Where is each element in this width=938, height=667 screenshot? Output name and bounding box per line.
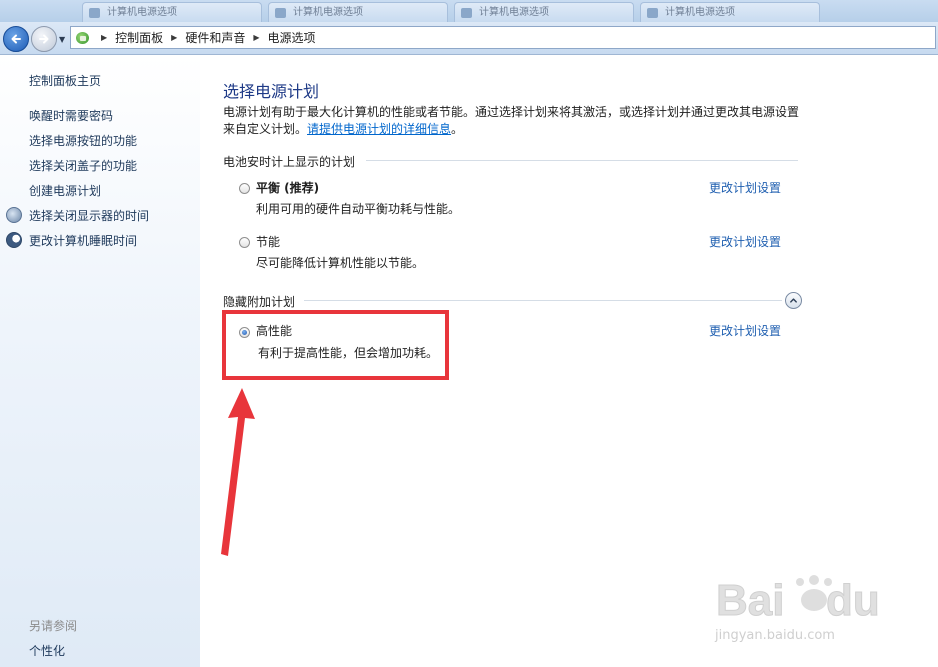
sidebar-item-sleep-time[interactable]: 更改计算机睡眠时间	[29, 232, 137, 249]
moon-icon	[6, 232, 22, 248]
tab-label: 计算机电源选项	[293, 7, 363, 18]
back-arrow-icon	[11, 34, 21, 44]
tab-icon	[275, 8, 286, 18]
plan-power-saver-desc: 尽可能降低计算机性能以节能。	[256, 256, 425, 270]
title-bar: 计算机电源选项 计算机电源选项 计算机电源选项 计算机电源选项	[0, 0, 938, 22]
plan-power-saver-settings-link[interactable]: 更改计划设置	[709, 233, 781, 250]
tab-icon	[89, 8, 100, 18]
breadcrumb[interactable]: ▶ 控制面板 ▶ 硬件和声音 ▶ 电源选项	[70, 26, 936, 49]
tab-icon	[647, 8, 658, 18]
page-title: 选择电源计划	[223, 82, 320, 101]
description-suffix: 。	[451, 122, 464, 136]
history-dropdown-icon[interactable]: ▼	[59, 35, 65, 44]
svg-text:du: du	[826, 576, 880, 625]
watermark-url: jingyan.baidu.com	[715, 628, 835, 643]
display-icon	[6, 207, 22, 223]
group-divider	[366, 160, 798, 161]
tab-label: 计算机电源选项	[665, 7, 735, 18]
forward-arrow-icon	[39, 34, 49, 44]
plan-power-saver-radio[interactable]	[239, 237, 250, 248]
annotation-arrow-icon	[221, 388, 255, 556]
plan-balanced-settings-link[interactable]: 更改计划设置	[709, 179, 781, 196]
plan-high-performance-settings-link[interactable]: 更改计划设置	[709, 322, 781, 339]
browser-tab[interactable]: 计算机电源选项	[268, 2, 448, 22]
browser-tab[interactable]: 计算机电源选项	[640, 2, 820, 22]
browser-tab[interactable]: 计算机电源选项	[82, 2, 262, 22]
tab-label: 计算机电源选项	[107, 7, 177, 18]
collapse-button[interactable]	[785, 292, 802, 309]
plan-balanced-name[interactable]: 平衡 (推荐)	[256, 179, 319, 196]
plan-balanced-radio[interactable]	[239, 183, 250, 194]
more-info-link[interactable]: 请提供电源计划的详细信息	[307, 122, 451, 136]
sidebar-item-power-button[interactable]: 选择电源按钮的功能	[29, 132, 137, 149]
breadcrumb-separator-icon[interactable]: ▶	[253, 33, 259, 42]
battery-plans-heading: 电池安时计上显示的计划	[223, 155, 356, 169]
plan-power-saver-name[interactable]: 节能	[256, 233, 280, 250]
svg-text:Bai: Bai	[716, 576, 784, 625]
breadcrumb-power-options[interactable]: 电源选项	[268, 29, 316, 46]
sidebar: 控制面板主页 唤醒时需要密码 选择电源按钮的功能 选择关闭盖子的功能 创建电源计…	[0, 55, 200, 667]
highlight-box	[222, 310, 449, 380]
tab-label: 计算机电源选项	[479, 7, 549, 18]
personalize-link[interactable]: 个性化	[29, 642, 65, 659]
group-divider	[304, 300, 782, 301]
sidebar-item-create-plan[interactable]: 创建电源计划	[29, 182, 101, 199]
page-description: 电源计划有助于最大化计算机的性能或者节能。通过选择计划来将其激活，或选择计划并通…	[223, 104, 808, 138]
address-bar: ▼ ▶ 控制面板 ▶ 硬件和声音 ▶ 电源选项	[0, 22, 938, 55]
plan-balanced-desc: 利用可用的硬件自动平衡功耗与性能。	[256, 202, 461, 216]
sidebar-home-link[interactable]: 控制面板主页	[29, 72, 101, 89]
browser-tab[interactable]: 计算机电源选项	[454, 2, 634, 22]
sidebar-item-wake-password[interactable]: 唤醒时需要密码	[29, 107, 113, 124]
forward-button[interactable]	[31, 26, 57, 52]
sidebar-item-display-off[interactable]: 选择关闭显示器的时间	[29, 207, 149, 224]
breadcrumb-separator-icon[interactable]: ▶	[171, 33, 177, 42]
see-also-heading: 另请参阅	[29, 619, 78, 633]
breadcrumb-control-panel[interactable]: 控制面板	[115, 29, 163, 46]
tab-icon	[461, 8, 472, 18]
back-button[interactable]	[3, 26, 29, 52]
control-panel-icon	[75, 30, 93, 46]
breadcrumb-separator-icon[interactable]: ▶	[101, 33, 107, 42]
sidebar-item-lid-close[interactable]: 选择关闭盖子的功能	[29, 157, 137, 174]
breadcrumb-hardware-sound[interactable]: 硬件和声音	[185, 29, 245, 46]
hidden-plans-heading: 隐藏附加计划	[223, 295, 296, 309]
chevron-up-icon	[790, 298, 797, 303]
